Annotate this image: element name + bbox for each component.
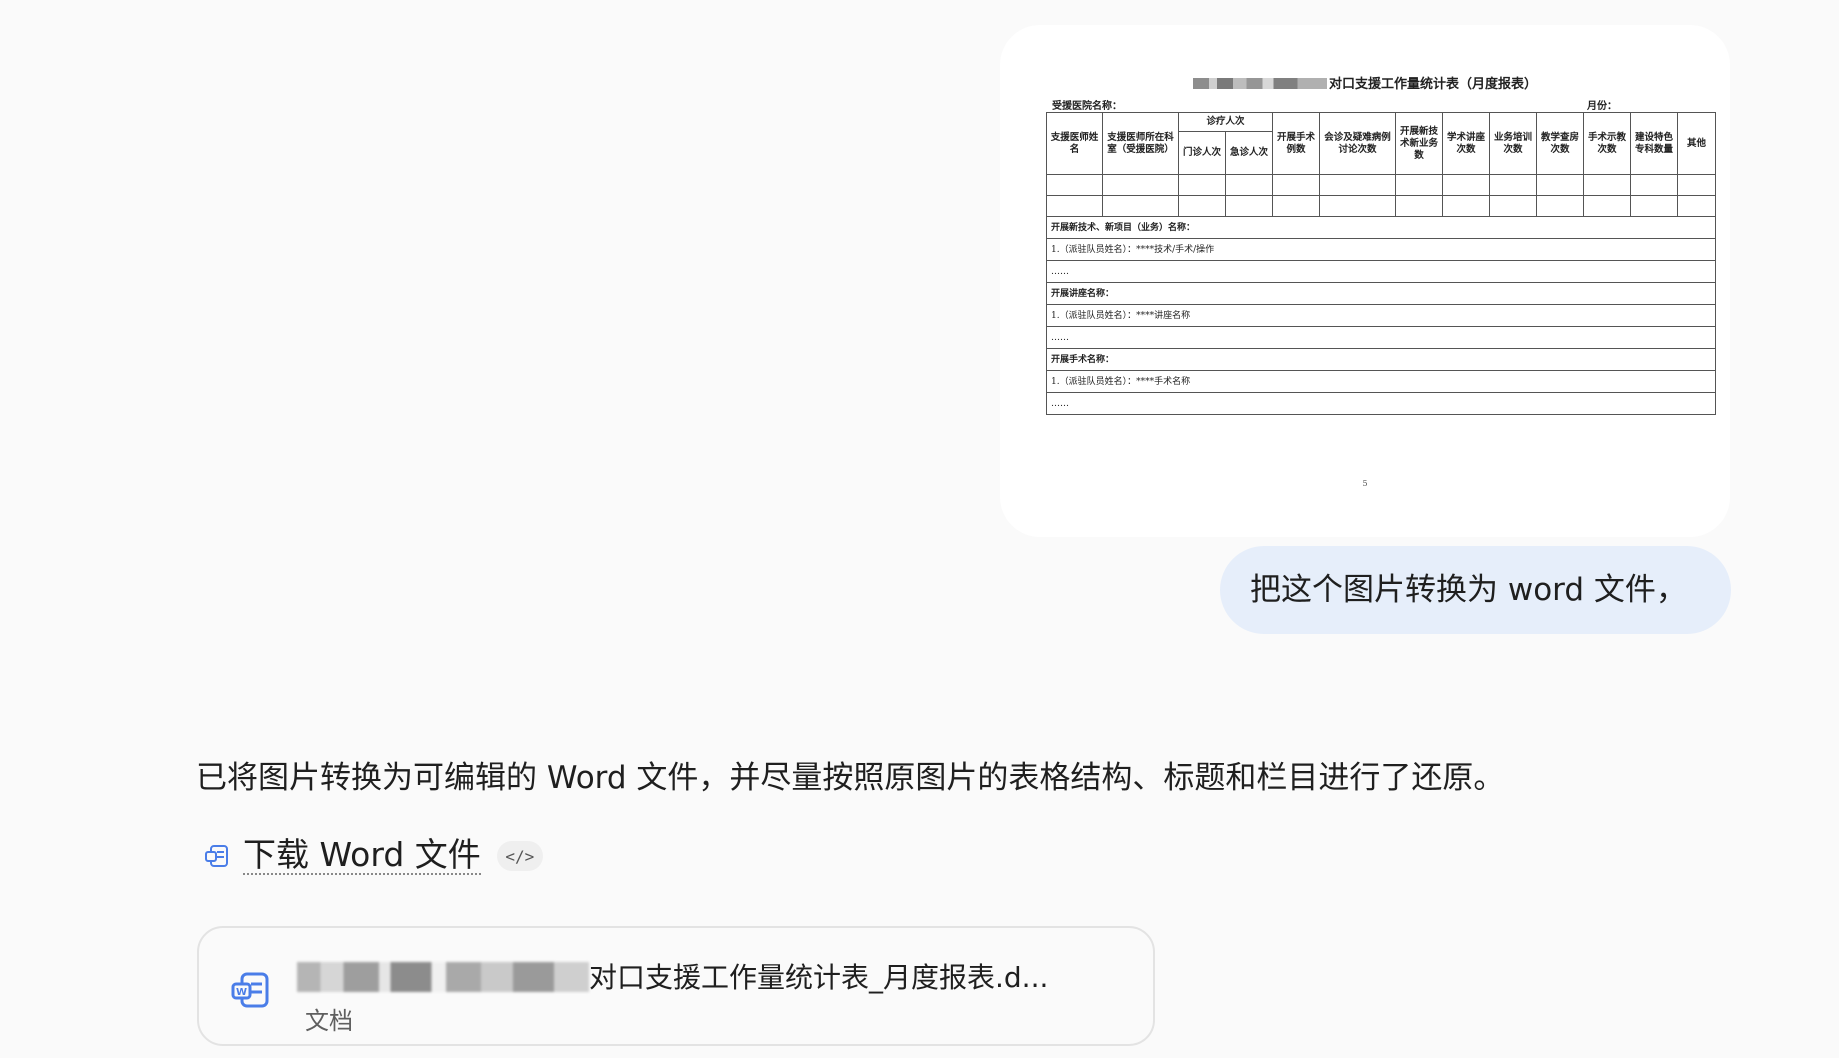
file-type-label: 文档: [305, 1007, 353, 1035]
header-cell: 教学查房次数: [1536, 112, 1585, 175]
hospital-label: 受援医院名称：: [1052, 101, 1122, 112]
redacted-name: [297, 962, 589, 992]
workload-table: 支援医师姓名 支援医师所在科室（受援医院） 诊疗人次 开展手术例数 会诊及疑难病…: [1045, 112, 1717, 415]
section-more: ……: [1045, 326, 1717, 349]
header-cell: 急诊人次: [1224, 131, 1274, 175]
file-name: 对口支援工作量统计表_月度报表.d...: [297, 956, 1048, 996]
user-message-bubble: 把这个图片转换为 word 文件，: [1220, 546, 1731, 634]
doc-title: 对口支援工作量统计表（月度报表）: [1000, 73, 1730, 92]
section-title: 开展新技术、新项目（业务）名称：: [1045, 216, 1717, 239]
section-more: ……: [1045, 392, 1717, 415]
section-title: 开展讲座名称：: [1045, 282, 1717, 305]
section-item: 1.（派驻队员姓名）：****讲座名称: [1045, 304, 1717, 327]
month-label: 月份：: [1587, 101, 1617, 112]
header-cell: 手术示教次数: [1583, 112, 1632, 175]
header-cell: 开展手术例数: [1272, 112, 1321, 175]
word-document-icon: W: [231, 972, 269, 1008]
word-file-icon: [205, 845, 228, 867]
view-code-button[interactable]: </>: [496, 841, 543, 871]
header-cell: 学术讲座次数: [1442, 112, 1491, 175]
section-item: 1.（派驻队员姓名）：****手术名称: [1045, 370, 1717, 393]
table-row: [1046, 174, 1717, 196]
header-cell: 支援医师姓名: [1046, 112, 1103, 175]
section-title: 开展手术名称：: [1045, 348, 1717, 371]
download-word-link[interactable]: 下载 Word 文件: [243, 837, 481, 875]
header-cell: 其他: [1677, 112, 1717, 175]
table-row: [1046, 195, 1717, 217]
header-cell: 会诊及疑难病例讨论次数: [1319, 112, 1397, 175]
download-row: 下载 Word 文件 </>: [204, 836, 543, 876]
header-cell: 门诊人次: [1178, 131, 1226, 175]
header-cell: 建设特色专科数量: [1630, 112, 1679, 175]
assistant-reply-text: 已将图片转换为可编辑的 Word 文件，并尽量按照原图片的表格结构、标题和栏目进…: [196, 760, 1505, 796]
redacted-name: [1192, 78, 1327, 89]
header-cell: 业务培训次数: [1489, 112, 1538, 175]
section-more: ……: [1045, 260, 1717, 283]
word-file-card[interactable]: W 对口支援工作量统计表_月度报表.d... 文档: [197, 926, 1155, 1046]
page-number: 5: [1362, 479, 1368, 488]
header-cell: 支援医师所在科室（受援医院）: [1102, 112, 1179, 175]
svg-text:W: W: [236, 987, 247, 998]
section-item: 1.（派驻队员姓名）：****技术/手术/操作: [1045, 238, 1717, 261]
header-group: 诊疗人次: [1177, 112, 1274, 132]
header-cell: 开展新技术新业务数: [1395, 112, 1444, 175]
user-image-attachment[interactable]: 对口支援工作量统计表（月度报表） 受援医院名称： 月份： 支援医师姓名 支援医师…: [1000, 25, 1730, 537]
